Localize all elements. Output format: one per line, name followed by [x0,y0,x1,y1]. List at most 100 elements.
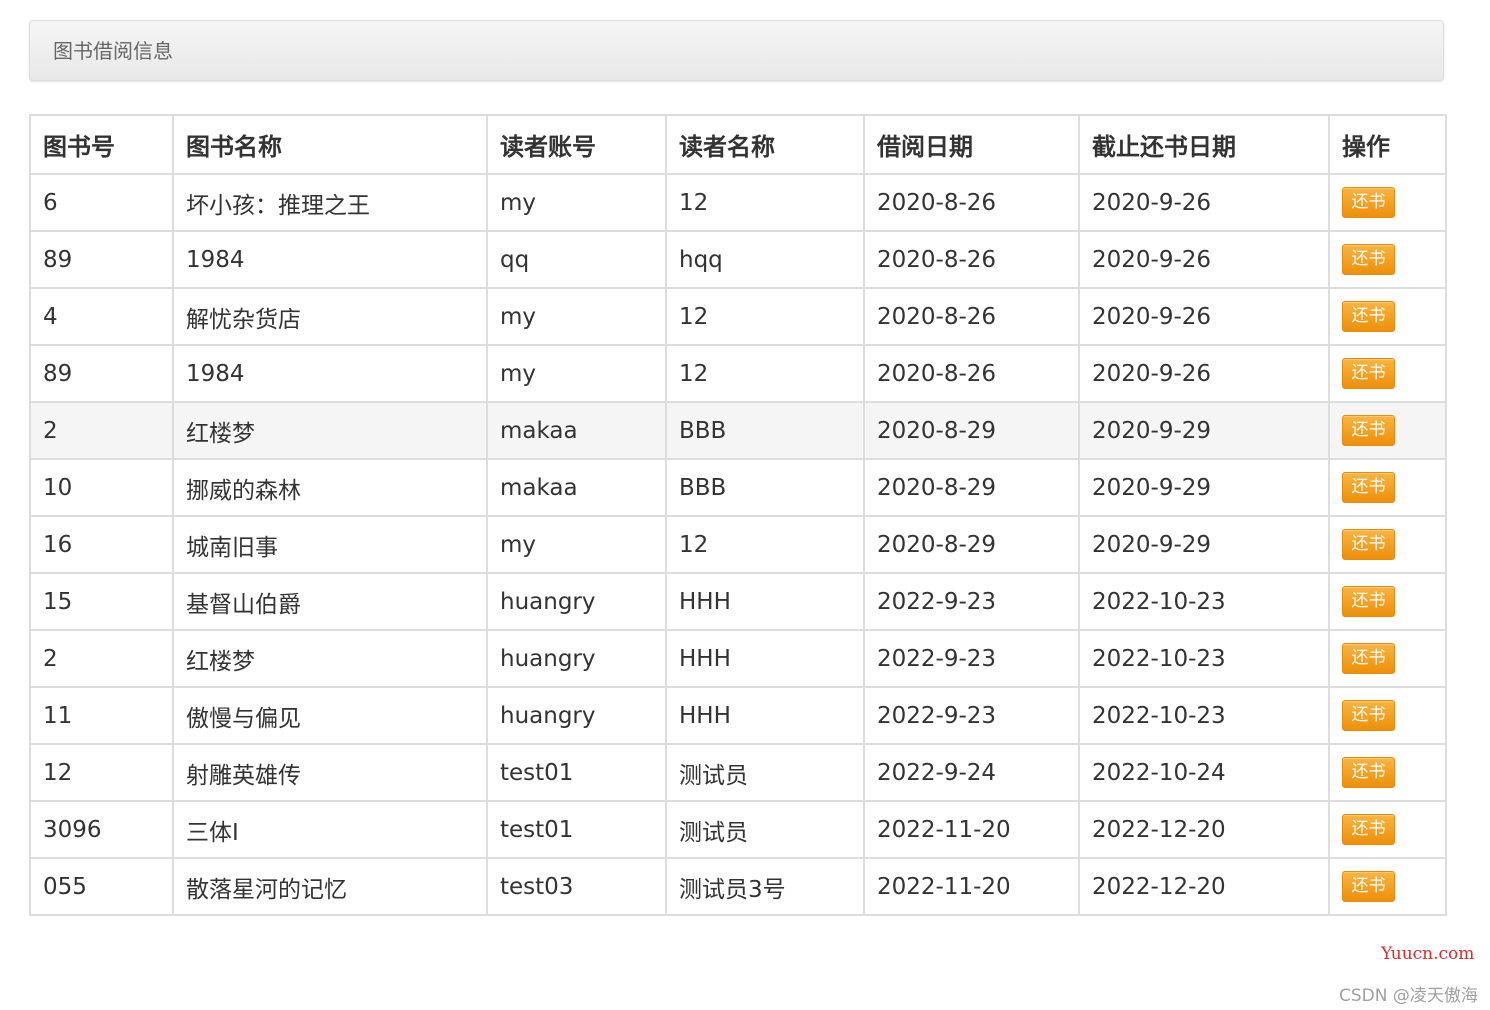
cell-book-id: 12 [29,743,174,802]
cell-reader-name: 测试员 [665,743,865,802]
return-book-button[interactable]: 还书 [1342,757,1395,788]
return-book-button[interactable]: 还书 [1342,643,1395,674]
header-actions: 操作 [1328,114,1447,175]
cell-book-name: 1984 [172,230,488,289]
cell-due-date: 2020-9-29 [1078,515,1330,574]
panel-heading: 图书借阅信息 [29,20,1444,81]
cell-book-name: 坏小孩：推理之王 [172,173,488,232]
cell-actions: 还书 [1328,800,1447,859]
cell-actions: 还书 [1328,173,1447,232]
panel-title: 图书借阅信息 [53,39,173,63]
cell-actions: 还书 [1328,857,1447,916]
return-book-button[interactable]: 还书 [1342,529,1395,560]
table-row: 3096 三体I test01 测试员 2022-11-20 2022-12-20 还书 [29,800,1447,859]
cell-due-date: 2020-9-26 [1078,173,1330,232]
return-book-button[interactable]: 还书 [1342,415,1395,446]
return-book-button[interactable]: 还书 [1342,244,1395,275]
cell-reader-name: 12 [665,173,865,232]
table-row: 12 射雕英雄传 test01 测试员 2022-9-24 2022-10-24 还书 [29,743,1447,802]
cell-book-id: 16 [29,515,174,574]
cell-reader-name: BBB [665,458,865,517]
cell-actions: 还书 [1328,230,1447,289]
cell-book-name: 城南旧事 [172,515,488,574]
cell-due-date: 2022-10-23 [1078,629,1330,688]
cell-borrow-date: 2020-8-26 [863,287,1080,346]
table-row: 15 基督山伯爵 huangry HHH 2022-9-23 2022-10-23 还书 [29,572,1447,631]
cell-book-name: 挪威的森林 [172,458,488,517]
cell-reader-name: 测试员3号 [665,857,865,916]
cell-reader-account: my [486,515,667,574]
cell-due-date: 2020-9-26 [1078,287,1330,346]
cell-actions: 还书 [1328,743,1447,802]
cell-borrow-date: 2022-9-24 [863,743,1080,802]
cell-reader-account: makaa [486,401,667,460]
cell-reader-name: 12 [665,344,865,403]
cell-reader-account: my [486,344,667,403]
return-book-button[interactable]: 还书 [1342,814,1395,845]
cell-reader-name: HHH [665,629,865,688]
cell-actions: 还书 [1328,629,1447,688]
table-row: 89 1984 my 12 2020-8-26 2020-9-26 还书 [29,344,1447,403]
cell-book-id: 10 [29,458,174,517]
return-book-button[interactable]: 还书 [1342,586,1395,617]
cell-borrow-date: 2020-8-26 [863,344,1080,403]
table-row: 4 解忧杂货店 my 12 2020-8-26 2020-9-26 还书 [29,287,1447,346]
cell-book-name: 1984 [172,344,488,403]
cell-borrow-date: 2022-11-20 [863,800,1080,859]
cell-actions: 还书 [1328,686,1447,745]
cell-book-name: 解忧杂货店 [172,287,488,346]
table-row: 10 挪威的森林 makaa BBB 2020-8-29 2020-9-29 还书 [29,458,1447,517]
return-book-button[interactable]: 还书 [1342,301,1395,332]
cell-borrow-date: 2022-9-23 [863,629,1080,688]
cell-book-id: 15 [29,572,174,631]
return-book-button[interactable]: 还书 [1342,700,1395,731]
cell-book-name: 基督山伯爵 [172,572,488,631]
cell-book-id: 2 [29,629,174,688]
cell-reader-account: test03 [486,857,667,916]
table-row: 16 城南旧事 my 12 2020-8-29 2020-9-29 还书 [29,515,1447,574]
cell-reader-account: makaa [486,458,667,517]
table-row: 055 散落星河的记忆 test03 测试员3号 2022-11-20 2022-12-2… [29,857,1447,916]
cell-actions: 还书 [1328,401,1447,460]
cell-due-date: 2020-9-26 [1078,344,1330,403]
header-book-name: 图书名称 [172,114,488,175]
return-book-button[interactable]: 还书 [1342,187,1395,218]
cell-reader-account: huangry [486,572,667,631]
cell-borrow-date: 2020-8-26 [863,173,1080,232]
cell-borrow-date: 2022-11-20 [863,857,1080,916]
cell-reader-name: HHH [665,572,865,631]
return-book-button[interactable]: 还书 [1342,472,1395,503]
return-book-button[interactable]: 还书 [1342,871,1395,902]
return-book-button[interactable]: 还书 [1342,358,1395,389]
cell-book-id: 4 [29,287,174,346]
table-row: 11 傲慢与偏见 huangry HHH 2022-9-23 2022-10-23 还书 [29,686,1447,745]
header-reader-account: 读者账号 [486,114,667,175]
cell-actions: 还书 [1328,287,1447,346]
cell-book-id: 89 [29,230,174,289]
cell-book-name: 红楼梦 [172,401,488,460]
cell-reader-account: huangry [486,686,667,745]
cell-borrow-date: 2020-8-29 [863,401,1080,460]
cell-due-date: 2022-10-23 [1078,572,1330,631]
cell-due-date: 2022-12-20 [1078,857,1330,916]
watermark-author: CSDN @凌天傲海 [1339,986,1478,1006]
cell-borrow-date: 2022-9-23 [863,572,1080,631]
cell-reader-account: test01 [486,743,667,802]
cell-reader-name: BBB [665,401,865,460]
cell-due-date: 2022-10-23 [1078,686,1330,745]
cell-borrow-date: 2020-8-26 [863,230,1080,289]
cell-due-date: 2022-12-20 [1078,800,1330,859]
cell-book-name: 傲慢与偏见 [172,686,488,745]
cell-reader-name: HHH [665,686,865,745]
cell-book-id: 6 [29,173,174,232]
watermark-site: Yuucn.com [1381,944,1475,964]
cell-reader-name: hqq [665,230,865,289]
cell-book-name: 射雕英雄传 [172,743,488,802]
cell-borrow-date: 2020-8-29 [863,515,1080,574]
cell-due-date: 2020-9-26 [1078,230,1330,289]
cell-book-id: 89 [29,344,174,403]
cell-actions: 还书 [1328,572,1447,631]
cell-book-id: 11 [29,686,174,745]
header-due-date: 截止还书日期 [1078,114,1330,175]
cell-reader-account: huangry [486,629,667,688]
